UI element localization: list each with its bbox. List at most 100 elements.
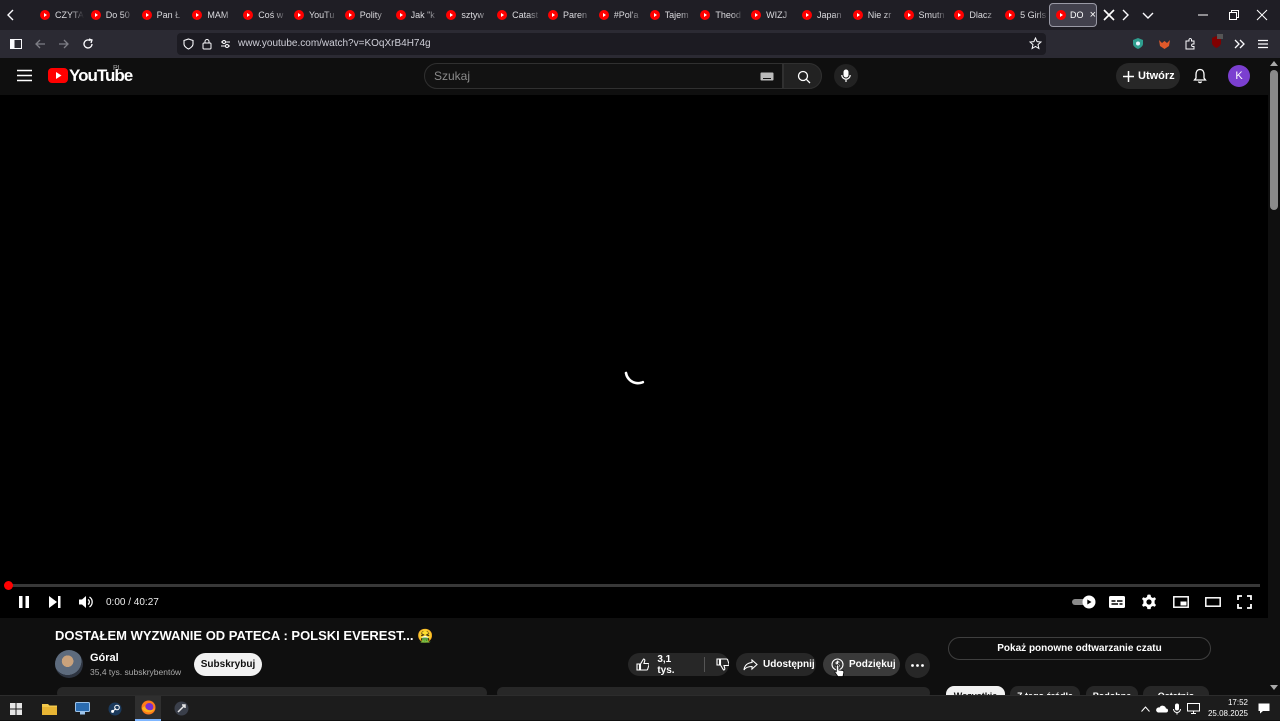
- thumbs-up-icon[interactable]: [636, 658, 650, 671]
- close-tab-icon[interactable]: ×: [1090, 9, 1096, 21]
- browser-tab[interactable]: Do 50: [84, 0, 135, 30]
- next-video-icon[interactable]: [49, 596, 61, 608]
- browser-tab[interactable]: Pan Ł: [135, 0, 186, 30]
- rocket-app-icon[interactable]: [168, 696, 194, 721]
- channel-name[interactable]: Góral: [90, 652, 119, 664]
- extensions-puzzle-icon[interactable]: [1184, 37, 1197, 50]
- scroll-up-arrow-icon[interactable]: [1270, 61, 1278, 66]
- bookmark-star-icon[interactable]: [1029, 37, 1042, 50]
- browser-tab[interactable]: WIZJ: [744, 0, 795, 30]
- active-tab[interactable]: DO ×: [1049, 3, 1097, 27]
- create-button[interactable]: Utwórz: [1116, 63, 1180, 89]
- keyboard-icon[interactable]: [760, 72, 774, 81]
- youtube-logo-icon[interactable]: [48, 68, 68, 83]
- fullscreen-icon[interactable]: [1237, 595, 1252, 609]
- browser-tab[interactable]: YouTu: [287, 0, 338, 30]
- notification-center-icon[interactable]: [1251, 696, 1277, 721]
- url-text[interactable]: www.youtube.com/watch?v=KOqXrB4H74g: [238, 38, 431, 49]
- youtube-favicon-icon: [649, 10, 660, 20]
- restore-window-icon[interactable]: [1228, 9, 1240, 21]
- page-permissions-icon[interactable]: [220, 39, 231, 49]
- browser-tab[interactable]: 5 Girls: [998, 0, 1049, 30]
- mouse-cursor-icon: [834, 664, 845, 678]
- browser-tab[interactable]: Paren: [541, 0, 592, 30]
- ublock-extension-icon[interactable]: [1210, 34, 1223, 50]
- subscribe-button[interactable]: Subskrybuj: [194, 653, 262, 676]
- autoplay-toggle[interactable]: [1071, 595, 1097, 609]
- youtube-favicon-icon: [446, 10, 457, 20]
- app-menu-icon[interactable]: [1257, 38, 1269, 50]
- windows-start-icon[interactable]: [3, 696, 29, 721]
- browser-tab-label: Tajem: [664, 10, 689, 20]
- settings-gear-icon[interactable]: [1141, 594, 1157, 610]
- voice-search-button[interactable]: [834, 64, 858, 88]
- progress-scrubber[interactable]: [4, 581, 13, 590]
- youtube-favicon-icon: [1005, 10, 1016, 20]
- youtube-logo-text[interactable]: YouTube: [69, 66, 133, 86]
- browser-tab[interactable]: Dlacz: [947, 0, 998, 30]
- browser-tab[interactable]: Smutn: [897, 0, 948, 30]
- x-favicon-icon[interactable]: [1103, 9, 1115, 21]
- scroll-down-arrow-icon[interactable]: [1270, 685, 1278, 690]
- monitor-app-icon[interactable]: [69, 696, 95, 721]
- miniplayer-icon[interactable]: [1173, 596, 1189, 608]
- like-dislike-divider: [703, 657, 705, 672]
- browser-tab[interactable]: #Pol'a: [592, 0, 643, 30]
- youtube-favicon-icon: [1056, 10, 1066, 20]
- sidebar-toggle-icon[interactable]: [10, 38, 22, 50]
- browser-tab[interactable]: Catast: [490, 0, 541, 30]
- privacy-extension-icon[interactable]: [1132, 37, 1144, 50]
- progress-bar[interactable]: [8, 584, 1260, 587]
- reload-icon[interactable]: [82, 38, 94, 50]
- account-avatar[interactable]: K: [1228, 65, 1250, 87]
- steam-icon[interactable]: [102, 696, 128, 721]
- browser-tab-label: sztyw: [461, 10, 484, 20]
- loading-spinner-icon: [623, 356, 653, 386]
- browser-tab[interactable]: Nie zr: [846, 0, 897, 30]
- browser-tab[interactable]: Polity: [338, 0, 389, 30]
- like-count[interactable]: 3,1 tys.: [657, 654, 689, 676]
- tracking-protection-shield-icon[interactable]: [183, 38, 194, 50]
- notifications-bell-icon[interactable]: [1193, 68, 1207, 84]
- thumbs-down-icon[interactable]: [716, 658, 729, 671]
- browser-tab[interactable]: Jak "k: [389, 0, 440, 30]
- more-tools-chevrons-icon[interactable]: [1234, 38, 1246, 50]
- browser-tab-label: Smutn: [918, 10, 945, 20]
- browser-tab-label: Do 50: [105, 10, 130, 20]
- browser-tab[interactable]: Coś w: [236, 0, 287, 30]
- back-arrow-icon[interactable]: [34, 38, 46, 50]
- tab-scroll-right-icon[interactable]: [1119, 9, 1131, 21]
- lock-icon[interactable]: [202, 38, 212, 50]
- fox-extension-icon[interactable]: [1158, 37, 1171, 50]
- browser-tab-label: Nie zr: [867, 10, 892, 20]
- browser-tab[interactable]: sztyw: [439, 0, 490, 30]
- firefox-taskbar-icon[interactable]: [135, 696, 161, 721]
- show-chat-replay-button[interactable]: Pokaż ponowne odtwarzanie czatu: [948, 637, 1211, 660]
- volume-icon[interactable]: [79, 595, 94, 609]
- theater-mode-icon[interactable]: [1205, 597, 1221, 607]
- youtube-favicon-icon: [852, 10, 863, 20]
- list-all-tabs-icon[interactable]: [1142, 9, 1154, 21]
- browser-tab[interactable]: Theod: [693, 0, 744, 30]
- browser-tab[interactable]: Tajem: [643, 0, 694, 30]
- clock-time: 17:52: [1227, 698, 1248, 707]
- channel-avatar[interactable]: [55, 650, 83, 678]
- search-button[interactable]: [783, 63, 822, 89]
- tab-scroll-left-icon[interactable]: [5, 9, 17, 21]
- browser-tab-label: Polity: [359, 10, 382, 20]
- subtitles-icon[interactable]: [1109, 596, 1125, 608]
- system-clock[interactable]: 17:52 25.08.2025: [1200, 697, 1248, 719]
- share-button[interactable]: Udostępnij: [736, 653, 816, 676]
- guide-menu-icon[interactable]: [17, 69, 32, 82]
- minimize-window-icon[interactable]: [1197, 9, 1209, 21]
- search-input[interactable]: [424, 63, 783, 89]
- file-explorer-icon[interactable]: [36, 696, 62, 721]
- browser-tab[interactable]: MAM: [185, 0, 236, 30]
- more-actions-button[interactable]: [905, 653, 930, 678]
- forward-arrow-icon[interactable]: [58, 38, 70, 50]
- close-window-icon[interactable]: [1256, 9, 1268, 21]
- browser-tab[interactable]: CZYTA: [33, 0, 84, 30]
- browser-tab[interactable]: Japan: [795, 0, 846, 30]
- pause-icon[interactable]: [18, 596, 30, 608]
- scrollbar-thumb[interactable]: [1270, 70, 1278, 210]
